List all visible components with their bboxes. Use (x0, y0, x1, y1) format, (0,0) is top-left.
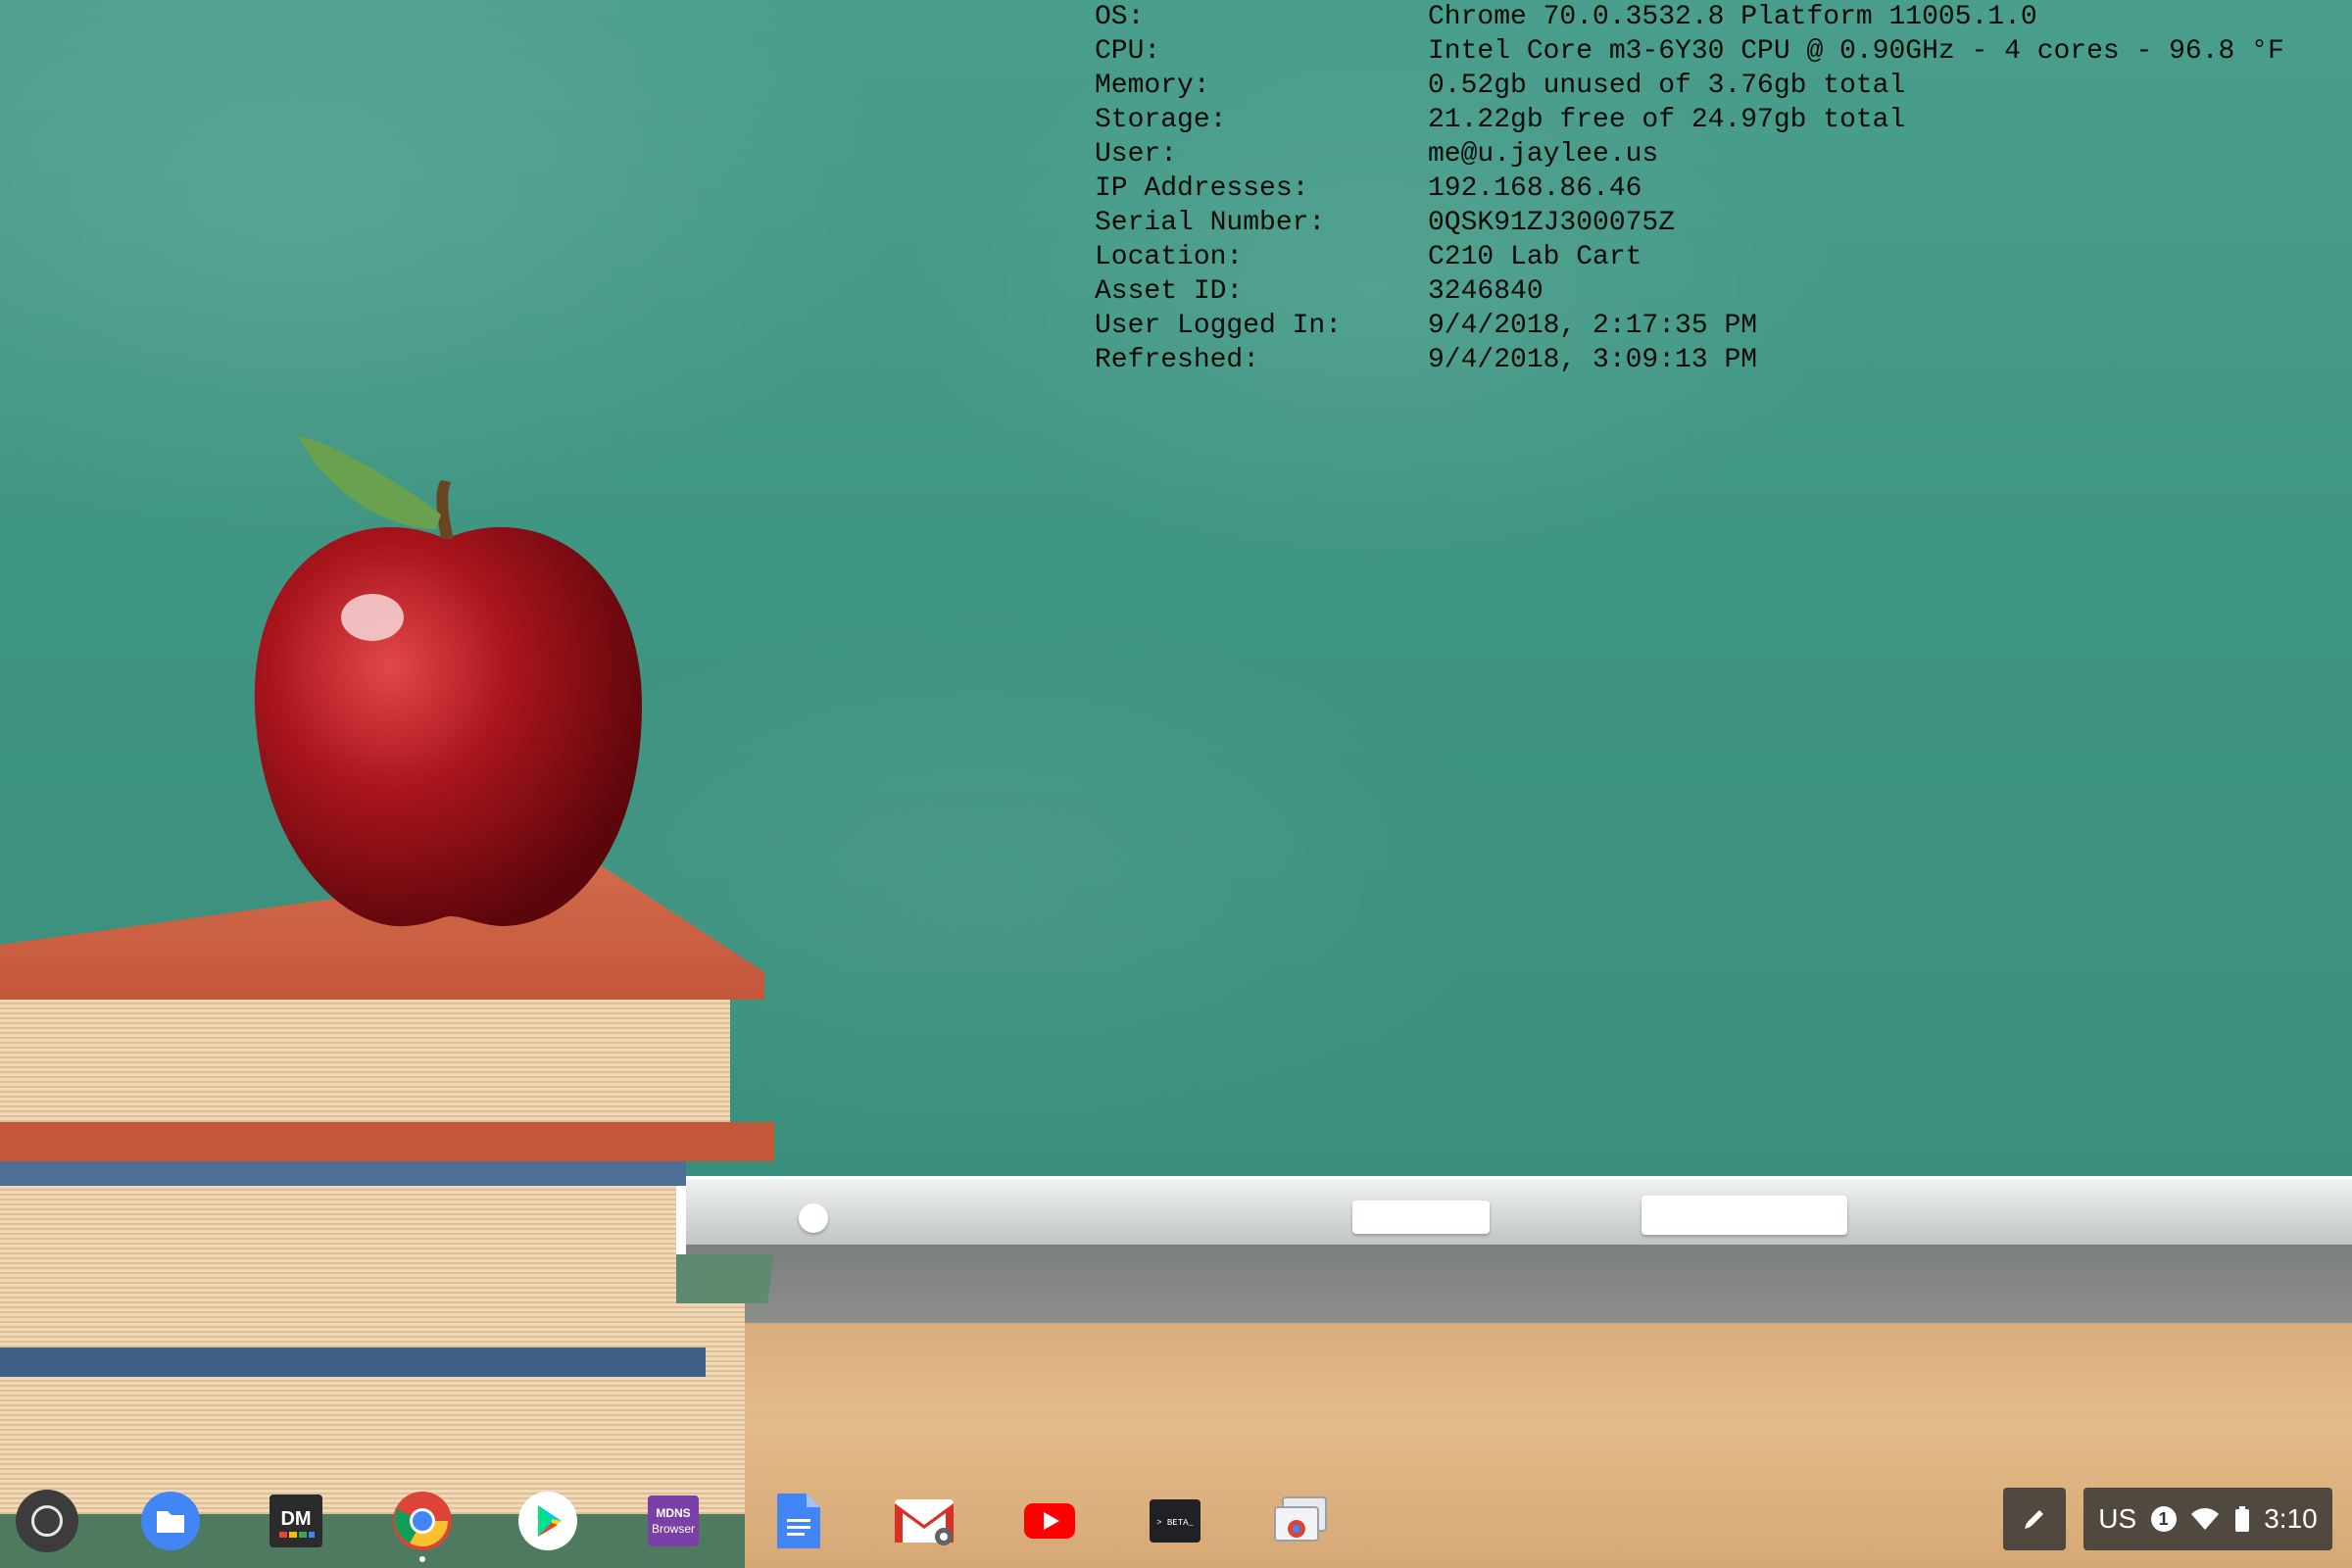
system-info-row: Serial Number: 0QSK91ZJ300075Z (1095, 206, 2352, 240)
svg-text:DM: DM (280, 1508, 311, 1530)
pen-icon (2025, 1510, 2043, 1529)
system-info-value: me@u.jaylee.us (1428, 139, 1659, 170)
shelf-app-chrome[interactable] (387, 1486, 458, 1562)
shelf-app-mdns-browser[interactable]: MDNS Browser (638, 1486, 709, 1556)
svg-text:> BETA_: > BETA_ (1156, 1518, 1194, 1528)
device-manager-icon: DM (270, 1494, 322, 1547)
system-info-row: Refreshed: 9/4/2018, 3:09:13 PM (1095, 343, 2352, 377)
system-info-label: IP Addresses: (1095, 173, 1309, 204)
system-info-value: Chrome 70.0.3532.8 Platform 11005.1.0 (1428, 2, 2037, 32)
system-info-row: IP Addresses: 192.168.86.46 (1095, 172, 2352, 206)
wifi-icon (2191, 1508, 2220, 1530)
system-info-value: 3246840 (1428, 276, 1544, 307)
system-info-row: CPU: Intel Core m3-6Y30 CPU @ 0.90GHz - 4… (1095, 34, 2352, 69)
system-info-value: 192.168.86.46 (1428, 173, 1642, 204)
system-info-label: Memory: (1095, 71, 1210, 101)
system-info-label: Refreshed: (1095, 345, 1260, 375)
system-info-row: Asset ID: 3246840 (1095, 274, 2352, 309)
system-info-value: 0QSK91ZJ300075Z (1428, 208, 1676, 238)
chrome-icon (393, 1492, 452, 1550)
shelf-app-device-manager[interactable]: DM (261, 1486, 331, 1556)
system-info-value: C210 Lab Cart (1428, 242, 1642, 272)
system-info-value: Intel Core m3-6Y30 CPU @ 0.90GHz - 4 cor… (1428, 36, 2284, 67)
youtube-icon (1024, 1503, 1075, 1539)
svg-text:MDNS: MDNS (656, 1506, 690, 1520)
system-info-label: Asset ID: (1095, 276, 1244, 307)
shelf-app-gmail[interactable] (889, 1486, 959, 1556)
shelf-app-youtube[interactable] (1014, 1486, 1085, 1556)
system-info-label: OS: (1095, 2, 1145, 32)
notification-count-badge[interactable]: 1 (2150, 1506, 2177, 1532)
system-info-row: User Logged In: 9/4/2018, 2:17:35 PM (1095, 309, 2352, 343)
chalk-tray-ledge (686, 1245, 2352, 1323)
system-info-label: Serial Number: (1095, 208, 1326, 238)
system-info-row: Memory: 0.52gb unused of 3.76gb total (1095, 69, 2352, 103)
terminal-icon: > BETA_ (1150, 1499, 1200, 1543)
system-info-row: Location: C210 Lab Cart (1095, 240, 2352, 274)
system-info-row: OS: Chrome 70.0.3532.8 Platform 11005.1.0 (1095, 0, 2352, 34)
ime-indicator[interactable]: US (2098, 1503, 2136, 1535)
shelf-app-play-store[interactable] (513, 1486, 583, 1556)
chalk-piece (1642, 1196, 1847, 1235)
play-store-icon (518, 1492, 577, 1550)
mdns-browser-icon: MDNS Browser (648, 1495, 699, 1546)
chalk-piece (1352, 1200, 1490, 1234)
system-info-value: 9/4/2018, 2:17:35 PM (1428, 311, 1758, 341)
launcher-button[interactable] (16, 1490, 78, 1552)
stylus-tools-button[interactable] (2003, 1488, 2066, 1550)
shelf-app-files[interactable] (135, 1486, 206, 1556)
docs-icon (777, 1494, 820, 1548)
battery-icon (2234, 1506, 2249, 1532)
files-icon (141, 1492, 200, 1550)
status-tray[interactable]: US 1 3:10 (2083, 1488, 2332, 1550)
clock: 3:10 (2264, 1503, 2318, 1534)
running-indicator (419, 1556, 425, 1562)
apple-image (254, 436, 642, 927)
shelf-app-terminal[interactable]: > BETA_ (1140, 1486, 1210, 1556)
svg-text:Browser: Browser (652, 1522, 695, 1536)
chalk-piece (799, 1203, 828, 1233)
chalk-tray (686, 1176, 2352, 1248)
system-info-row: User: me@u.jaylee.us (1095, 137, 2352, 172)
system-info-label: Location: (1095, 242, 1244, 272)
system-info-value: 21.22gb free of 24.97gb total (1428, 105, 1906, 135)
system-info-label: User: (1095, 139, 1178, 170)
screen-share-icon (1274, 1496, 1327, 1542)
system-info-label: User Logged In: (1095, 311, 1343, 341)
system-info-row: Storage: 21.22gb free of 24.97gb total (1095, 103, 2352, 137)
gmail-icon (895, 1499, 954, 1545)
system-info-value: 9/4/2018, 3:09:13 PM (1428, 345, 1758, 375)
system-info-label: Storage: (1095, 105, 1227, 135)
system-info-value: 0.52gb unused of 3.76gb total (1428, 71, 1906, 101)
shelf-app-remote-desktop[interactable] (1265, 1486, 1336, 1556)
launcher-circle-icon (31, 1505, 63, 1537)
system-info-label: CPU: (1095, 36, 1161, 67)
system-info-panel: OS: Chrome 70.0.3532.8 Platform 11005.1.0… (1095, 0, 2352, 377)
shelf-app-docs[interactable] (763, 1486, 834, 1556)
